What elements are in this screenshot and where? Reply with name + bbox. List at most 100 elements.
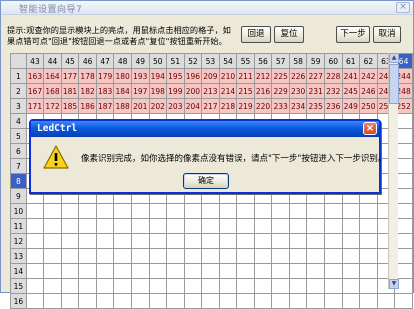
dialog-titlebar[interactable]: LedCtrl × xyxy=(31,121,379,137)
grid-cell[interactable] xyxy=(183,233,203,249)
grid-row-header[interactable]: 7 xyxy=(10,158,27,174)
grid-cell[interactable]: 180 xyxy=(113,68,132,84)
grid-column-header[interactable]: 47 xyxy=(95,53,115,69)
grid-cell[interactable]: 179 xyxy=(95,68,115,84)
grid-column-header[interactable]: 61 xyxy=(341,53,361,69)
grid-cell[interactable]: 203 xyxy=(166,98,185,114)
grid-row-header[interactable]: 11 xyxy=(10,218,27,234)
grid-cell[interactable] xyxy=(148,293,168,309)
grid-cell[interactable]: 234 xyxy=(288,98,308,114)
grid-cell[interactable]: 214 xyxy=(218,83,238,99)
grid-cell[interactable] xyxy=(25,203,45,219)
grid-cell[interactable]: 236 xyxy=(323,98,343,114)
grid-cell[interactable] xyxy=(288,233,308,249)
grid-cell[interactable]: 225 xyxy=(271,68,290,84)
grid-cell[interactable] xyxy=(288,203,308,219)
cancel-button[interactable]: 取消 xyxy=(373,26,401,43)
grid-cell[interactable] xyxy=(271,233,290,249)
grid-cell[interactable] xyxy=(183,248,203,264)
grid-cell[interactable] xyxy=(166,278,185,294)
grid-cell[interactable] xyxy=(341,263,361,279)
grid-cell[interactable] xyxy=(253,218,273,234)
grid-cell[interactable] xyxy=(359,278,378,294)
grid-cell[interactable] xyxy=(236,278,255,294)
grid-cell[interactable]: 227 xyxy=(306,68,325,84)
grid-cell[interactable] xyxy=(359,263,378,279)
grid-column-header[interactable]: 49 xyxy=(130,53,150,69)
grid-cell[interactable] xyxy=(376,293,396,309)
grid-cell[interactable] xyxy=(43,233,62,249)
grid-cell[interactable]: 194 xyxy=(148,68,168,84)
grid-cell[interactable] xyxy=(341,203,361,219)
grid-cell[interactable]: 249 xyxy=(341,98,361,114)
grid-cell[interactable] xyxy=(288,278,308,294)
grid-cell[interactable] xyxy=(288,248,308,264)
grid-cell[interactable] xyxy=(218,233,238,249)
grid-cell[interactable] xyxy=(306,248,325,264)
grid-cell[interactable]: 231 xyxy=(306,83,325,99)
grid-cell[interactable] xyxy=(236,203,255,219)
grid-cell[interactable] xyxy=(271,263,290,279)
grid-cell[interactable] xyxy=(148,218,168,234)
grid-cell[interactable]: 220 xyxy=(253,98,273,114)
window-close-button[interactable]: × xyxy=(396,2,410,13)
grid-cell[interactable] xyxy=(253,203,273,219)
grid-column-header[interactable]: 58 xyxy=(288,53,308,69)
grid-cell[interactable]: 168 xyxy=(43,83,62,99)
grid-cell[interactable]: 195 xyxy=(166,68,185,84)
grid-cell[interactable] xyxy=(166,218,185,234)
grid-cell[interactable] xyxy=(60,293,80,309)
grid-cell[interactable] xyxy=(271,203,290,219)
grid-row-header[interactable]: 3 xyxy=(10,98,27,114)
grid-cell[interactable]: 171 xyxy=(25,98,45,114)
grid-column-header[interactable]: 46 xyxy=(78,53,97,69)
grid-row-header[interactable]: 9 xyxy=(10,188,27,204)
grid-column-header[interactable]: 55 xyxy=(236,53,255,69)
grid-cell[interactable] xyxy=(183,203,203,219)
grid-row-header[interactable]: 2 xyxy=(10,83,27,99)
scroll-up-arrow-icon[interactable]: ▲ xyxy=(389,53,399,63)
grid-row-header[interactable]: 4 xyxy=(10,113,27,129)
grid-cell[interactable] xyxy=(359,203,378,219)
grid-cell[interactable] xyxy=(148,278,168,294)
grid-row-header[interactable]: 14 xyxy=(10,263,27,279)
grid-column-header[interactable]: 56 xyxy=(253,53,273,69)
grid-row-header[interactable]: 8 xyxy=(10,173,27,189)
grid-cell[interactable]: 186 xyxy=(78,98,97,114)
grid-column-header[interactable]: 57 xyxy=(271,53,290,69)
grid-cell[interactable] xyxy=(253,263,273,279)
grid-cell[interactable] xyxy=(306,218,325,234)
grid-cell[interactable] xyxy=(25,248,45,264)
grid-cell[interactable] xyxy=(78,233,97,249)
grid-cell[interactable] xyxy=(60,233,80,249)
grid-cell[interactable] xyxy=(166,293,185,309)
grid-cell[interactable] xyxy=(78,263,97,279)
grid-cell[interactable] xyxy=(25,233,45,249)
grid-cell[interactable]: 245 xyxy=(341,83,361,99)
grid-cell[interactable] xyxy=(78,293,97,309)
grid-cell[interactable] xyxy=(341,248,361,264)
grid-cell[interactable] xyxy=(25,218,45,234)
grid-cell[interactable]: 200 xyxy=(183,83,203,99)
grid-cell[interactable]: 197 xyxy=(130,83,150,99)
grid-column-header[interactable]: 45 xyxy=(60,53,80,69)
grid-cell[interactable] xyxy=(43,278,62,294)
grid-column-header[interactable]: 51 xyxy=(166,53,185,69)
grid-cell[interactable] xyxy=(201,203,220,219)
grid-cell[interactable]: 229 xyxy=(271,83,290,99)
grid-cell[interactable] xyxy=(60,218,80,234)
grid-row-header[interactable]: 5 xyxy=(10,128,27,144)
grid-cell[interactable] xyxy=(78,278,97,294)
grid-cell[interactable] xyxy=(288,263,308,279)
grid-cell[interactable] xyxy=(341,293,361,309)
grid-row-header[interactable]: 10 xyxy=(10,203,27,219)
grid-cell[interactable] xyxy=(95,203,115,219)
grid-cell[interactable] xyxy=(113,263,132,279)
grid-cell[interactable] xyxy=(183,218,203,234)
grid-cell[interactable]: 235 xyxy=(306,98,325,114)
grid-cell[interactable] xyxy=(130,263,150,279)
grid-cell[interactable] xyxy=(148,233,168,249)
grid-cell[interactable] xyxy=(218,248,238,264)
grid-cell[interactable]: 184 xyxy=(113,83,132,99)
grid-cell[interactable]: 199 xyxy=(166,83,185,99)
